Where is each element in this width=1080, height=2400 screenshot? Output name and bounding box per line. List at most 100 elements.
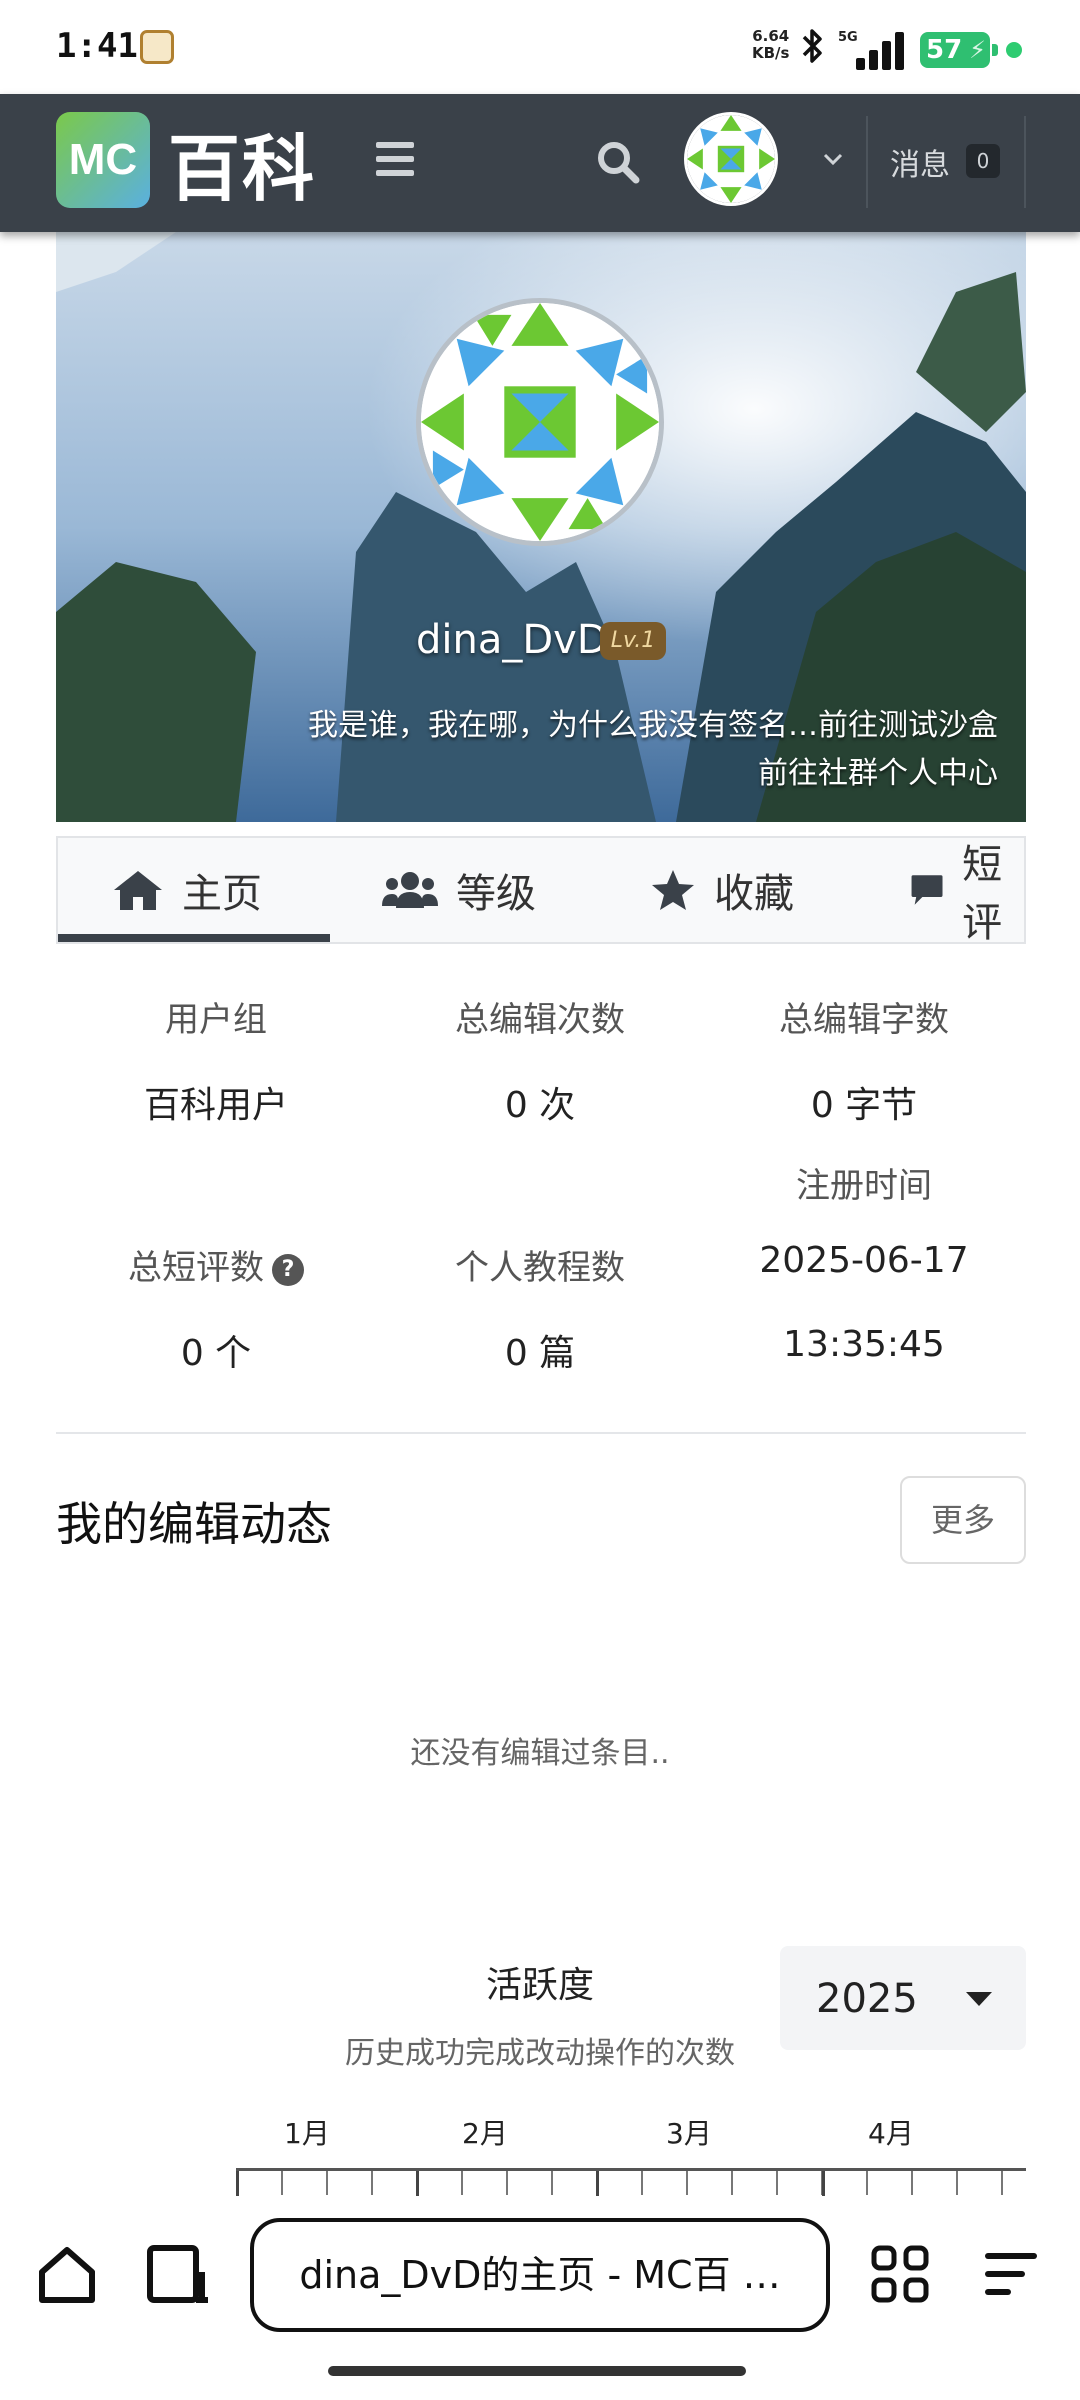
site-logo-text[interactable]: 百科 [168, 110, 316, 215]
timeline-tick [461, 2171, 463, 2195]
month-label: 1月 [284, 2117, 330, 2150]
bluetooth-icon [800, 28, 824, 72]
timeline-tick [506, 2171, 508, 2195]
year-select[interactable]: 2025 [780, 1946, 1026, 2050]
users-icon [382, 872, 438, 908]
tab-comments[interactable]: 短评 [910, 838, 1024, 942]
stat-edit-count-label: 总编辑次数 [455, 1000, 625, 1040]
stat-tutorial-value: 0 篇 [504, 1333, 576, 1374]
edits-section-title: 我的编辑动态 [56, 1497, 332, 1551]
gesture-home-indicator[interactable] [328, 2366, 746, 2376]
timeline-month-tick [236, 2171, 239, 2197]
stat-register-clock: 13:35:45 [783, 1324, 945, 1365]
timeline-tick [551, 2171, 553, 2195]
timeline-tick [641, 2171, 643, 2195]
network-speed: 6.64 KB/s [752, 28, 789, 62]
notification-app-icon [140, 30, 174, 64]
network-speed-unit: KB/s [752, 44, 790, 62]
profile-avatar [416, 298, 664, 546]
messages-count-badge[interactable]: 0 [966, 144, 1000, 178]
timeline-tick [1001, 2171, 1003, 2195]
profile-username: dina_DvD [416, 617, 608, 663]
profile-banner: dina_DvD Lv.1 我是谁，我在哪，为什么我没有签名…前往测试沙盒 前往… [56, 232, 1026, 822]
activity-timeline-axis [236, 2168, 1026, 2197]
stat-short-comment-value: 0 个 [180, 1333, 252, 1374]
network-type: 5G [838, 30, 858, 45]
search-icon[interactable] [596, 140, 640, 184]
timeline-tick [776, 2171, 778, 2195]
address-bar[interactable]: dina_DvD的主页 - MC百 … [250, 2218, 830, 2332]
battery-level: 57 [926, 35, 963, 65]
stat-short-comment-label-text: 总短评数 [128, 1248, 264, 1288]
edits-empty-message: 还没有编辑过条目.. [410, 1736, 670, 1771]
timeline-month-tick [416, 2171, 419, 2197]
help-icon[interactable]: ? [272, 1253, 304, 1286]
hamburger-menu-icon[interactable] [376, 142, 414, 176]
tab-home[interactable]: 主页 [112, 838, 262, 942]
community-center-link[interactable]: 前往社群个人中心 [758, 748, 998, 792]
browser-bottom-bar: dina_DvD的主页 - MC百 … [0, 2196, 1080, 2400]
timeline-tick [371, 2171, 373, 2195]
charging-icon: ⚡ [969, 36, 986, 64]
timeline-month-tick [596, 2171, 599, 2197]
sandbox-link[interactable]: 前往测试沙盒 [818, 708, 998, 743]
timeline-tick [866, 2171, 868, 2195]
tab-level[interactable]: 等级 [382, 838, 536, 942]
month-label: 3月 [666, 2117, 712, 2150]
tab-favorites[interactable]: 收藏 [650, 838, 794, 942]
home-icon[interactable] [36, 2244, 98, 2310]
timeline-tick [686, 2171, 688, 2195]
network-speed-value: 6.64 [752, 27, 790, 45]
divider [56, 1432, 1026, 1434]
tab-level-label: 等级 [456, 871, 536, 917]
stat-register-time-label: 注册时间 [796, 1166, 932, 1206]
home-icon [114, 871, 162, 910]
tabs-switcher-icon[interactable] [146, 2242, 210, 2310]
signal-icon [856, 30, 908, 70]
level-badge: Lv.1 [600, 622, 666, 660]
messages-link[interactable]: 消息 [890, 140, 950, 184]
stat-user-group-label: 用户组 [165, 1000, 267, 1040]
stat-edit-bytes-value: 0 字节 [810, 1085, 918, 1126]
profile-signature: 我是谁，我在哪，为什么我没有签名… [308, 708, 818, 743]
more-button[interactable]: 更多 [900, 1476, 1026, 1564]
profile-tabs: 主页 等级 收藏 短评 [56, 836, 1026, 944]
timeline-tick [956, 2171, 958, 2195]
browser-menu-icon[interactable] [984, 2250, 1038, 2304]
tab-home-label: 主页 [182, 871, 262, 917]
timeline-month-tick [822, 2171, 825, 2197]
header-divider-right [1024, 116, 1026, 208]
header-divider [866, 116, 868, 208]
timeline-tick [731, 2171, 733, 2195]
comment-icon [911, 875, 943, 905]
stat-short-comment-label: 总短评数? [56, 1240, 376, 1289]
stat-edit-bytes-label: 总编辑字数 [779, 1000, 949, 1040]
user-avatar[interactable] [684, 112, 778, 206]
site-header: MC 百科 消息 0 [0, 94, 1080, 232]
battery-icon: 57 ⚡ [920, 32, 998, 68]
activity-subtitle: 历史成功完成改动操作的次数 [345, 2036, 735, 2071]
month-label: 2月 [462, 2117, 508, 2150]
tab-comments-label: 短评 [962, 842, 1003, 944]
stat-register-date: 2025-06-17 [759, 1240, 969, 1281]
timeline-tick [326, 2171, 328, 2195]
caret-down-icon [966, 1992, 992, 2006]
site-logo[interactable]: MC [56, 112, 150, 208]
privacy-indicator-dot [1006, 42, 1022, 58]
month-label: 4月 [868, 2117, 914, 2150]
status-bar: 1:41 6.64 KB/s 5G 57 ⚡ [0, 0, 1080, 94]
timeline-tick [281, 2171, 283, 2195]
tab-favorites-label: 收藏 [714, 871, 794, 917]
year-select-value: 2025 [816, 1976, 918, 2022]
status-time: 1:41 [56, 26, 138, 66]
chevron-down-icon[interactable] [822, 148, 844, 170]
stat-tutorial-label: 个人教程数 [455, 1248, 625, 1288]
stat-edit-count-value: 0 次 [504, 1085, 576, 1126]
timeline-tick [911, 2171, 913, 2195]
stat-user-group-value: 百科用户 [143, 1085, 288, 1126]
activity-title: 活跃度 [485, 1965, 594, 2006]
star-icon [652, 870, 694, 910]
apps-grid-icon[interactable] [870, 2244, 930, 2308]
tab-active-indicator [58, 934, 330, 942]
signature-row: 我是谁，我在哪，为什么我没有签名…前往测试沙盒 [308, 700, 998, 744]
